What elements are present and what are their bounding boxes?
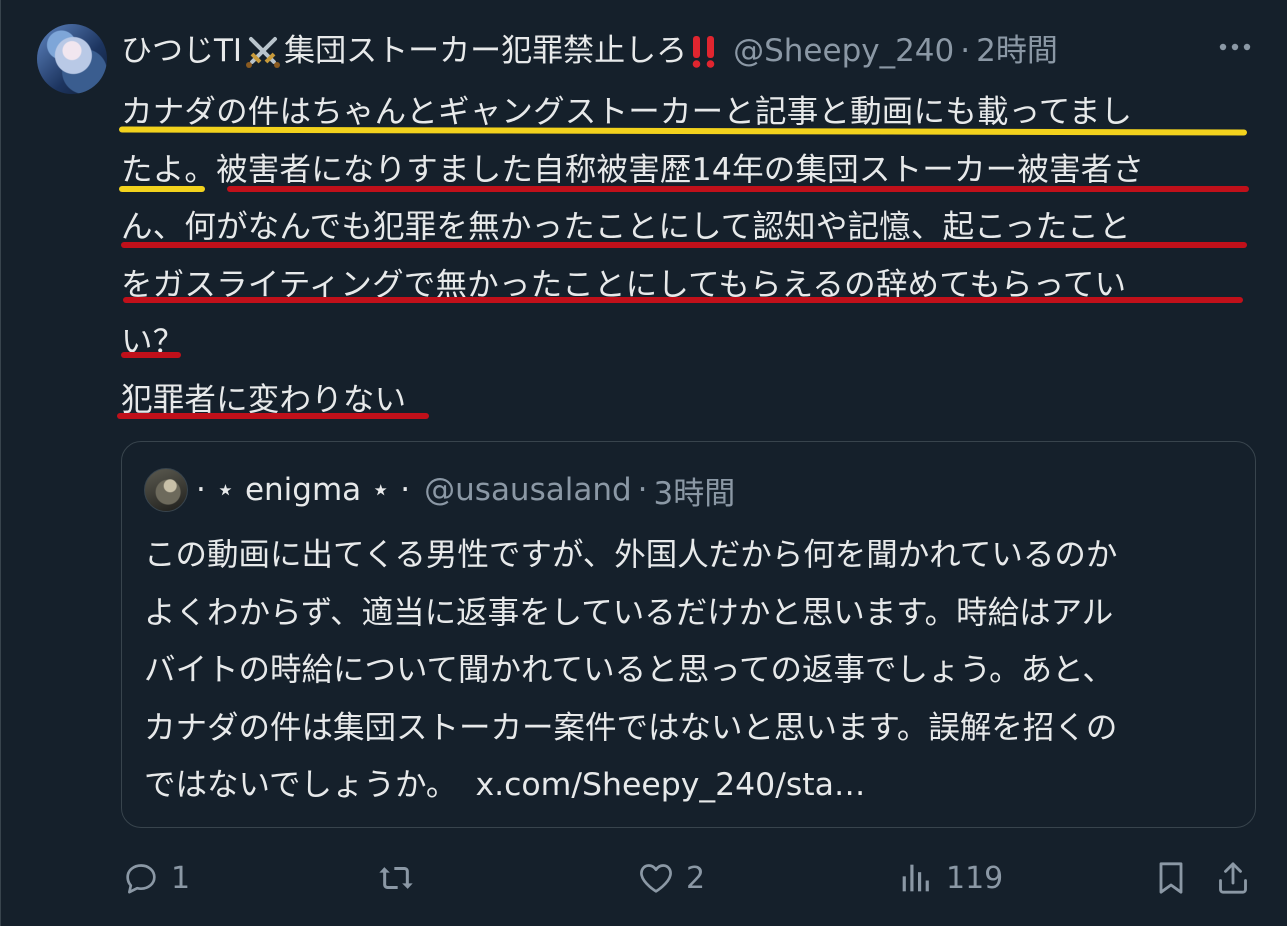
share-button[interactable] <box>1213 852 1253 904</box>
more-icon[interactable] <box>1215 35 1255 59</box>
quoted-tweet-text: この動画に出てくる男性ですが、外国人だから何を聞かれているのか よくわからず、適… <box>144 527 1239 815</box>
swords-icon <box>246 37 281 68</box>
reply-count: 1 <box>171 860 191 896</box>
reply-button[interactable]: 1 <box>121 852 190 904</box>
highlight-underline-red <box>121 352 181 358</box>
quoted-time: 3時間 <box>653 475 736 512</box>
retweet-icon <box>379 867 413 889</box>
heart-icon <box>640 864 672 893</box>
action-bar: 1 2 119 <box>121 852 1261 904</box>
quoted-separator: · <box>637 472 648 508</box>
author-handle[interactable]: @Sheepy_240 <box>733 27 954 75</box>
highlight-underline-red <box>121 242 1247 248</box>
quoted-handle: @usausaland <box>424 472 632 508</box>
quoted-display-name: · ⋆ enigma ⋆ · <box>196 472 411 508</box>
retweet-button[interactable] <box>376 852 426 904</box>
highlight-underline-red <box>117 413 429 419</box>
tweet[interactable]: ひつじTI 集団ストーカー犯罪禁止しろ @Sheepy_240 · 2時間 カナ… <box>0 0 1287 926</box>
double-exclamation-icon <box>692 36 715 68</box>
header-separator: · <box>960 33 971 69</box>
quoted-avatar <box>144 468 188 512</box>
quoted-tweet-header: · ⋆ enigma ⋆ · @usausaland · 3時間 <box>144 468 735 512</box>
quoted-text-line: ではないでしょうか。 x.com/Sheepy_240/sta… <box>144 757 1239 815</box>
quoted-text-line: カナダの件は集団ストーカー案件ではないと思います。誤解を招くの <box>144 709 1118 746</box>
tweet-text-line: い？ <box>121 324 185 360</box>
tweet-text: カナダの件はちゃんとギャングストーカーと記事と動画にも載ってまし たよ。被害者に… <box>121 84 1261 429</box>
tweet-time[interactable]: 2時間 <box>976 27 1058 75</box>
tweet-header: ひつじTI 集団ストーカー犯罪禁止しろ @Sheepy_240 · 2時間 <box>121 27 1058 75</box>
display-name-suffix[interactable]: 集団ストーカー犯罪禁止しろ <box>284 27 687 75</box>
quoted-text-line: よくわからず、適当に返事をしているだけかと思います。時給はアル <box>144 594 1114 631</box>
quoted-text-line-end: ではないでしょうか。 <box>144 767 458 803</box>
tweet-text-line: をガスライティングで無かったことにしてもらえるの辞めてもらってい <box>121 266 1127 303</box>
author-avatar[interactable] <box>37 24 107 94</box>
quoted-link[interactable]: x.com/Sheepy_240/sta… <box>475 767 865 803</box>
quoted-text-line: バイトの時給について聞かれていると思っての返事でしょう。あと、 <box>144 652 1114 688</box>
quoted-text-line: この動画に出てくる男性ですが、外国人だから何を聞かれているのか <box>144 537 1118 573</box>
views-icon <box>902 864 929 892</box>
highlight-underline-yellow <box>119 186 205 192</box>
quoted-tweet[interactable]: · ⋆ enigma ⋆ · @usausaland · 3時間 この動画に出て… <box>121 441 1256 828</box>
display-name[interactable]: ひつじTI <box>121 27 242 75</box>
share-icon <box>1219 862 1247 894</box>
view-count: 119 <box>946 860 1004 896</box>
like-button[interactable]: 2 <box>636 852 705 904</box>
highlight-underline-red <box>227 186 1249 192</box>
bookmark-button[interactable] <box>1151 852 1191 904</box>
tweet-text-line: 犯罪者に変わりない <box>121 381 407 418</box>
like-count: 2 <box>686 860 706 896</box>
views-button[interactable]: 119 <box>896 852 1003 904</box>
highlight-underline-red <box>123 297 1243 303</box>
bookmark-icon <box>1159 862 1183 894</box>
reply-icon <box>126 864 156 894</box>
